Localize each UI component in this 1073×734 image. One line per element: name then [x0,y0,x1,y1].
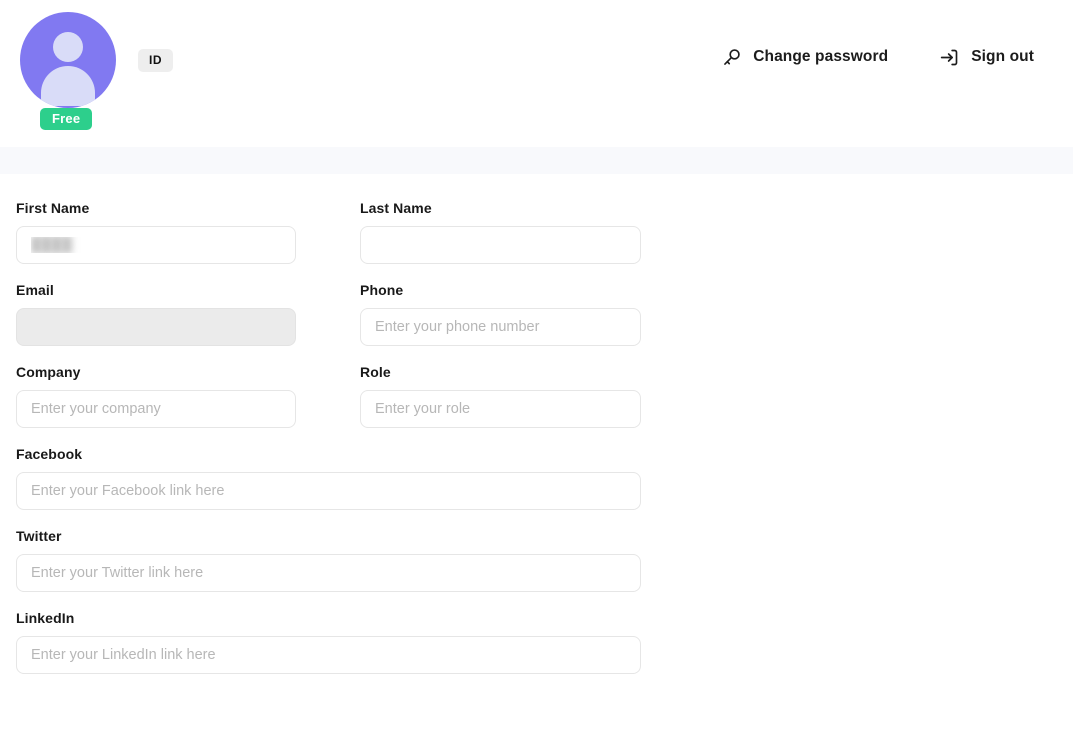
company-label: Company [16,364,81,380]
field-company: Company [16,364,296,428]
field-role: Role [360,364,641,428]
form-row-linkedin: LinkedIn [0,610,1073,674]
last-name-label: Last Name [360,200,432,216]
change-password-button[interactable]: Change password [720,46,888,68]
field-phone: Phone [360,282,641,346]
user-id-chip: ID [138,49,174,72]
profile-form: First Name Last Name Email Phone Company… [0,174,1073,674]
email-label: Email [16,282,54,298]
facebook-label: Facebook [16,446,83,462]
phone-label: Phone [360,282,404,298]
avatar-block: Free [20,12,116,130]
last-name-input[interactable] [360,226,641,264]
sign-out-label: Sign out [971,48,1034,65]
form-row-facebook: Facebook [0,446,1073,510]
field-first-name: First Name [16,200,296,264]
field-facebook: Facebook [16,446,641,510]
header-actions: Change password Sign out [720,46,1034,68]
change-password-label: Change password [753,48,889,65]
plan-badge: Free [40,108,93,130]
phone-input[interactable] [360,308,641,346]
user-avatar-icon-head [53,32,83,62]
field-linkedin: LinkedIn [16,610,641,674]
sign-out-button[interactable]: Sign out [938,46,1034,68]
form-row-work: Company Role [0,364,1073,428]
field-email: Email [16,282,296,346]
section-divider-band [0,147,1073,174]
role-input[interactable] [360,390,641,428]
form-row-name: First Name Last Name [0,200,1073,264]
user-avatar-icon-body [41,66,95,106]
field-last-name: Last Name [360,200,641,264]
field-twitter: Twitter [16,528,641,592]
email-input [16,308,296,346]
sign-out-icon [938,46,960,68]
company-input[interactable] [16,390,296,428]
first-name-input[interactable] [16,226,296,264]
twitter-input[interactable] [16,554,641,592]
role-label: Role [360,364,391,380]
form-row-contact: Email Phone [0,282,1073,346]
page-header: Free ID Change password Sign out [0,0,1073,147]
avatar[interactable] [20,12,116,108]
linkedin-label: LinkedIn [16,610,75,626]
form-row-twitter: Twitter [0,528,1073,592]
first-name-label: First Name [16,200,90,216]
key-icon [720,46,742,68]
facebook-input[interactable] [16,472,641,510]
linkedin-input[interactable] [16,636,641,674]
twitter-label: Twitter [16,528,62,544]
